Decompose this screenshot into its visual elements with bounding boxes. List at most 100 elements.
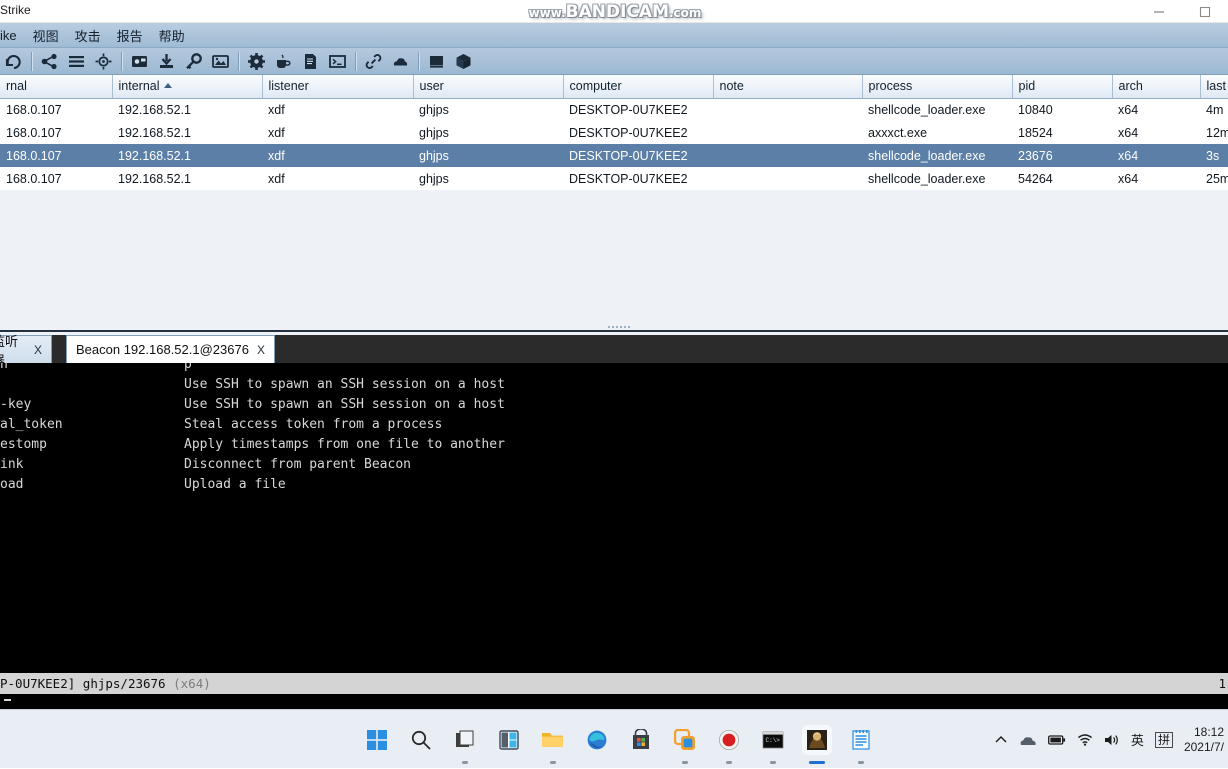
refresh-icon[interactable] [0, 48, 27, 75]
cell-user: ghjps [413, 167, 563, 190]
maximize-button[interactable] [1182, 0, 1228, 23]
settings-icon[interactable] [243, 48, 270, 75]
cell-process: shellcode_loader.exe [862, 167, 1012, 190]
menu-item-report[interactable]: 报告 [109, 26, 151, 45]
widgets-icon[interactable] [494, 725, 524, 755]
onedrive-cloud-icon[interactable] [1019, 733, 1037, 747]
status-left: P-0U7KEE2] ghjps/23676 (x64) [0, 676, 211, 691]
console-help-command: al_token [0, 417, 63, 432]
network-wifi-icon[interactable] [1077, 733, 1093, 746]
cloud-icon[interactable] [387, 48, 414, 75]
book-icon[interactable] [423, 48, 450, 75]
table-row[interactable]: 168.0.107 192.168.52.1 xdf ghjps DESKTOP-0U7… [0, 121, 1228, 144]
column-header-pid[interactable]: pid [1012, 75, 1113, 99]
java-applet-icon[interactable] [270, 48, 297, 75]
game-app-icon[interactable] [802, 724, 832, 764]
cell-computer: DESKTOP-0U7KEE2 [563, 167, 713, 190]
minimize-button[interactable] [1136, 0, 1182, 23]
edge-browser-icon[interactable] [582, 725, 612, 755]
tab-listeners-close-icon[interactable]: X [34, 343, 42, 357]
console-input-area[interactable] [0, 694, 1228, 709]
column-header-arch[interactable]: arch [1112, 75, 1201, 99]
table-row[interactable]: 168.0.107 192.168.52.1 xdf ghjps DESKTOP-0U7… [0, 98, 1228, 121]
graph-view-icon[interactable] [36, 48, 63, 75]
column-header-process[interactable]: process [862, 75, 1013, 99]
console-help-description: Steal access token from a process [184, 417, 443, 432]
column-header-listener[interactable]: listener [262, 75, 414, 99]
table-row[interactable]: 168.0.107 192.168.52.1 xdf ghjps DESKTOP-0U7… [0, 144, 1228, 167]
cell-arch: x64 [1112, 167, 1200, 190]
taskbar-clock[interactable]: 18:12 2021/7/ [1184, 725, 1224, 755]
targets-icon[interactable] [90, 48, 117, 75]
cell-arch: x64 [1112, 144, 1200, 167]
cell-note [713, 121, 862, 144]
taskbar-pinned-apps: C:\> [362, 710, 876, 769]
console-help-description: p [184, 363, 192, 372]
tab-beacon-close-icon[interactable]: X [257, 343, 265, 357]
column-header-last[interactable]: last [1200, 75, 1228, 99]
screenshots-icon[interactable] [126, 48, 153, 75]
battery-icon[interactable] [1047, 734, 1066, 746]
tab-listeners[interactable]: 监听器 X [0, 334, 52, 368]
column-header-note[interactable]: note [713, 75, 863, 99]
column-header-internal[interactable]: internal [112, 75, 263, 99]
console-help-command: oad [0, 477, 24, 492]
watermark-prefix: www. [528, 6, 566, 20]
cell-process: shellcode_loader.exe [862, 98, 1012, 121]
menu-item-view[interactable]: 视图 [25, 26, 67, 45]
menu-item-help[interactable]: 帮助 [151, 26, 193, 45]
ime-mode-indicator[interactable]: 拼 [1154, 731, 1173, 748]
column-header-external[interactable]: rnal [0, 75, 113, 99]
bandicam-icon[interactable] [714, 725, 744, 764]
cell-last: 3s [1200, 144, 1228, 167]
splitter-bar [0, 330, 1228, 332]
toolbar-separator [355, 51, 356, 71]
beacon-console[interactable]: h p Use SSH to spawn an SSH session on a h… [0, 363, 1228, 673]
search-icon[interactable] [406, 725, 436, 755]
keystrokes-icon[interactable] [180, 48, 207, 75]
toolbar-separator [238, 51, 239, 71]
downloads-icon[interactable] [153, 48, 180, 75]
bandicam-watermark: www.BANDICAM.com [470, 1, 760, 23]
start-windows-icon[interactable] [362, 725, 392, 755]
beacon-table: rnal internal listener user computer not… [0, 75, 1228, 320]
task-view-icon[interactable] [450, 725, 480, 764]
list-view-icon[interactable] [63, 48, 90, 75]
cell-user: ghjps [413, 98, 563, 121]
cell-internal: 192.168.52.1 [112, 167, 262, 190]
screenshot-view-icon[interactable] [207, 48, 234, 75]
menu-item-strike[interactable]: ike [0, 28, 25, 43]
console-help-description: Use SSH to spawn an SSH session on a hos… [184, 377, 505, 392]
toolbar-separator [121, 51, 122, 71]
table-row[interactable]: 168.0.107 192.168.52.1 xdf ghjps DESKTOP-0U7… [0, 167, 1228, 190]
script-console-icon[interactable] [297, 48, 324, 75]
console-help-line: ink Disconnect from parent Beacon [0, 457, 1228, 477]
cell-listener: xdf [262, 144, 413, 167]
beacon-table-grid: rnal internal listener user computer not… [0, 75, 1228, 190]
volume-icon[interactable] [1104, 733, 1120, 747]
console-help-line: estomp Apply timestamps from one file to … [0, 437, 1228, 457]
console-icon[interactable] [324, 48, 351, 75]
column-header-user[interactable]: user [413, 75, 564, 99]
watermark-suffix: .com [668, 6, 702, 20]
microsoft-store-icon[interactable] [626, 725, 656, 755]
notepad-icon[interactable] [846, 725, 876, 764]
tab-beacon[interactable]: Beacon 192.168.52.1@23676 X [66, 335, 275, 363]
terminal-icon[interactable]: C:\> [758, 725, 788, 764]
console-help-description: Disconnect from parent Beacon [184, 457, 411, 472]
package-icon[interactable] [450, 48, 477, 75]
link-icon[interactable] [360, 48, 387, 75]
menu-item-attack[interactable]: 攻击 [67, 26, 109, 45]
cell-last: 4m [1200, 98, 1228, 121]
ime-language-indicator[interactable]: 英 [1131, 730, 1144, 749]
file-explorer-icon[interactable] [538, 725, 568, 764]
pane-splitter[interactable] [0, 320, 1228, 335]
toolbar [0, 48, 1228, 75]
console-status-bar: P-0U7KEE2] ghjps/23676 (x64) 1 [0, 673, 1228, 694]
splitter-grip[interactable] [608, 324, 630, 330]
show-hidden-icons-chevron-up-icon[interactable] [994, 733, 1008, 747]
column-header-computer[interactable]: computer [563, 75, 714, 99]
cell-internal: 192.168.52.1 [112, 144, 262, 167]
console-caret [4, 699, 11, 701]
vmware-icon[interactable] [670, 725, 700, 764]
